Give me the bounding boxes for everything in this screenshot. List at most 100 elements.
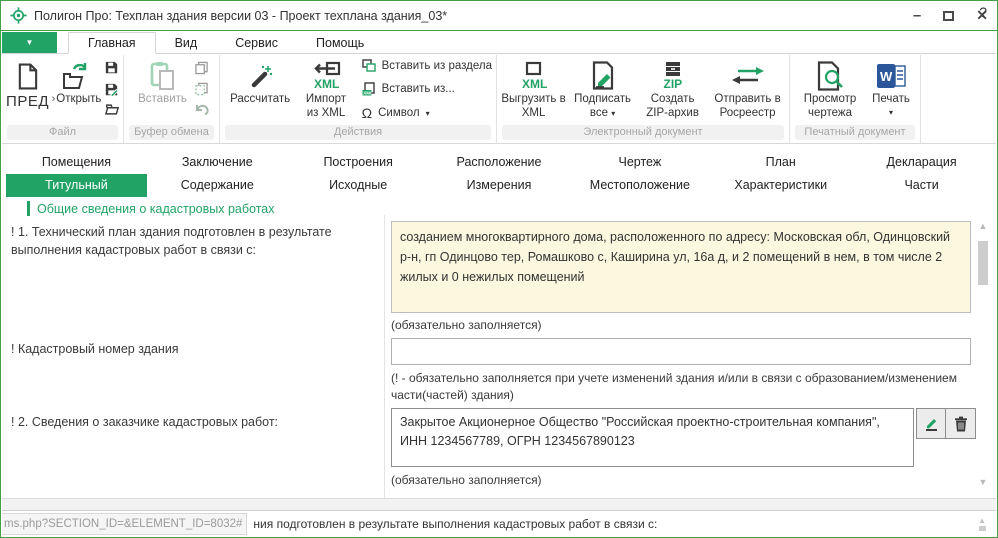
scroll-up-arrow-icon[interactable]: ▲ — [976, 221, 990, 231]
menu-tab-vid[interactable]: Вид — [156, 32, 217, 53]
undo-button[interactable] — [195, 103, 209, 115]
file-menu-button[interactable]: ▼ — [2, 32, 57, 53]
preview-drawing-icon — [816, 60, 844, 92]
symbol-button[interactable]: Ω Символ ▾ — [362, 105, 492, 121]
scrollbar-thumb[interactable] — [978, 241, 988, 285]
help-button[interactable]: ? — [979, 4, 987, 20]
field3-note: (обязательно заполняется) — [391, 472, 542, 489]
title-bar: Полигон Про: Техплан здания версии 03 - … — [1, 1, 997, 31]
chevron-down-icon: ▼ — [26, 38, 34, 47]
delete-customer-button[interactable] — [946, 408, 976, 439]
copy-button[interactable] — [195, 61, 209, 75]
preview-drawing-label: Просмотр чертежа — [796, 93, 864, 121]
trash-icon — [954, 416, 968, 432]
edit-customer-button[interactable] — [916, 408, 946, 439]
scroll-down-arrow-icon[interactable]: ▼ — [976, 477, 990, 487]
ribbon-group-file: ПРЕД ›Открыть Файл — [2, 55, 124, 143]
tab-iskhodnye[interactable]: Исходные — [288, 174, 429, 197]
tab-kharakteristiki[interactable]: Характеристики — [710, 174, 851, 197]
omega-icon: Ω — [362, 105, 372, 121]
status-text: ния подготовлен в результате выполнения … — [253, 517, 657, 531]
insert-from-section-button[interactable]: Вставить из раздела — [362, 59, 492, 72]
status-scroll-up-icon: ▲ — [978, 517, 986, 524]
tab-chertezh[interactable]: Чертеж — [569, 151, 710, 174]
ribbon-group-edoc: XML Выгрузить в XML Подписать все ▾ ZIP … — [497, 55, 790, 143]
tab-deklaraciya[interactable]: Декларация — [851, 151, 992, 174]
pred-button[interactable]: ПРЕД — [5, 57, 51, 111]
tab-mestopolozhenie[interactable]: Местоположение — [569, 174, 710, 197]
open-button[interactable]: ›Открыть — [51, 57, 103, 107]
tab-titulnyy[interactable]: Титульный — [6, 174, 147, 197]
sign-icon — [590, 60, 616, 92]
status-spacer — [2, 498, 996, 510]
preview-drawing-button[interactable]: Просмотр чертежа — [794, 57, 866, 121]
sign-all-button[interactable]: Подписать все ▾ — [568, 57, 637, 121]
import-xml-icon: XML — [310, 60, 342, 92]
field1-textarea[interactable]: созданием многоквартирного дома, располо… — [391, 221, 971, 313]
tab-raspolozhenie[interactable]: Расположение — [429, 151, 570, 174]
svg-text:W: W — [880, 69, 893, 84]
print-button[interactable]: W Печать ▾ — [866, 57, 916, 117]
app-logo-icon — [10, 7, 27, 24]
svg-text:XML: XML — [522, 77, 547, 91]
insert-from-section-icon — [362, 59, 376, 72]
ribbon-group-clipboard: Вставить Буфер обмена — [124, 55, 220, 143]
save-as-button[interactable] — [105, 83, 119, 96]
section-title: Общие сведения о кадастровых работах — [37, 202, 275, 216]
send-rosreestr-button[interactable]: Отправить в Росреестр — [708, 57, 787, 121]
ribbon-group-printdoc: Просмотр чертежа W Печать ▾ Печатный док… — [790, 55, 921, 143]
export-xml-button[interactable]: XML Выгрузить в XML — [499, 57, 568, 121]
field1-label: ! 1. Технический план здания подготовлен… — [11, 223, 379, 259]
pred-label: ПРЕД — [6, 93, 49, 111]
maximize-button[interactable] — [943, 11, 954, 21]
menu-tab-pomosch[interactable]: Помощь — [297, 32, 383, 53]
minimize-button[interactable]: – — [913, 11, 921, 21]
tab-postroeniya[interactable]: Построения — [288, 151, 429, 174]
field2-label: ! Кадастровый номер здания — [11, 340, 379, 358]
paste-special-button[interactable] — [195, 82, 209, 96]
document-icon — [16, 60, 39, 92]
menu-tab-glavnaya[interactable]: Главная — [68, 32, 156, 54]
sign-all-caret-icon: ▾ — [611, 109, 615, 118]
svg-text:ZIP: ZIP — [663, 77, 682, 91]
ribbon-group-actions: Рассчитать XML Импорт из XML Вставить из… — [220, 55, 497, 143]
tab-zaklyuchenie[interactable]: Заключение — [147, 151, 288, 174]
field3-textarea[interactable]: Закрытое Акционерное Общество "Российска… — [391, 408, 914, 467]
import-xml-button[interactable]: XML Импорт из XML — [298, 57, 353, 121]
close-project-button[interactable] — [105, 104, 119, 115]
edit-pencil-icon — [923, 416, 940, 432]
tab-izmereniya[interactable]: Измерения — [429, 174, 570, 197]
section-accent-bar — [27, 201, 30, 216]
save-button[interactable] — [105, 61, 119, 74]
paste-button[interactable]: Вставить — [133, 57, 193, 107]
calculate-label: Рассчитать — [230, 93, 290, 107]
send-arrows-icon — [730, 60, 766, 92]
send-rosreestr-label: Отправить в Росреестр — [710, 93, 785, 121]
form-column-divider — [384, 215, 385, 498]
insert-from-button[interactable]: XML Вставить из... — [362, 82, 492, 96]
window-title: Полигон Про: Техплан здания версии 03 - … — [34, 9, 447, 23]
print-label: Печать — [872, 93, 910, 107]
field2-input[interactable] — [391, 338, 971, 365]
menu-tab-servis[interactable]: Сервис — [216, 32, 297, 53]
ribbon-group-label-edoc: Электронный документ — [502, 125, 784, 140]
tab-plan[interactable]: План — [710, 151, 851, 174]
menu-bar: ▼ Главная Вид Сервис Помощь — [2, 32, 996, 54]
paste-icon — [149, 60, 177, 92]
copy-icon — [195, 61, 208, 75]
tab-soderzhanie[interactable]: Содержание — [147, 174, 288, 197]
tab-chasti[interactable]: Части — [851, 174, 992, 197]
export-xml-icon: XML — [521, 60, 547, 92]
status-link-preview: ms.php?SECTION_ID=&ELEMENT_ID=8032# — [2, 513, 247, 535]
paste-special-icon — [195, 82, 208, 96]
zip-icon: ZIP — [660, 60, 686, 92]
app-window: Полигон Про: Техплан здания версии 03 - … — [0, 0, 998, 538]
ribbon-group-label-actions: Действия — [225, 125, 491, 140]
insert-from-label: Вставить из... — [382, 83, 455, 95]
tab-pomescheniya[interactable]: Помещения — [6, 151, 147, 174]
create-zip-button[interactable]: ZIP Создать ZIP-архив — [637, 57, 708, 121]
status-scroll-thumb — [979, 526, 986, 531]
sign-all-label: Подписать все — [574, 93, 631, 119]
status-scroll-control[interactable]: ▲ — [978, 517, 986, 531]
calculate-button[interactable]: Рассчитать — [222, 57, 298, 107]
